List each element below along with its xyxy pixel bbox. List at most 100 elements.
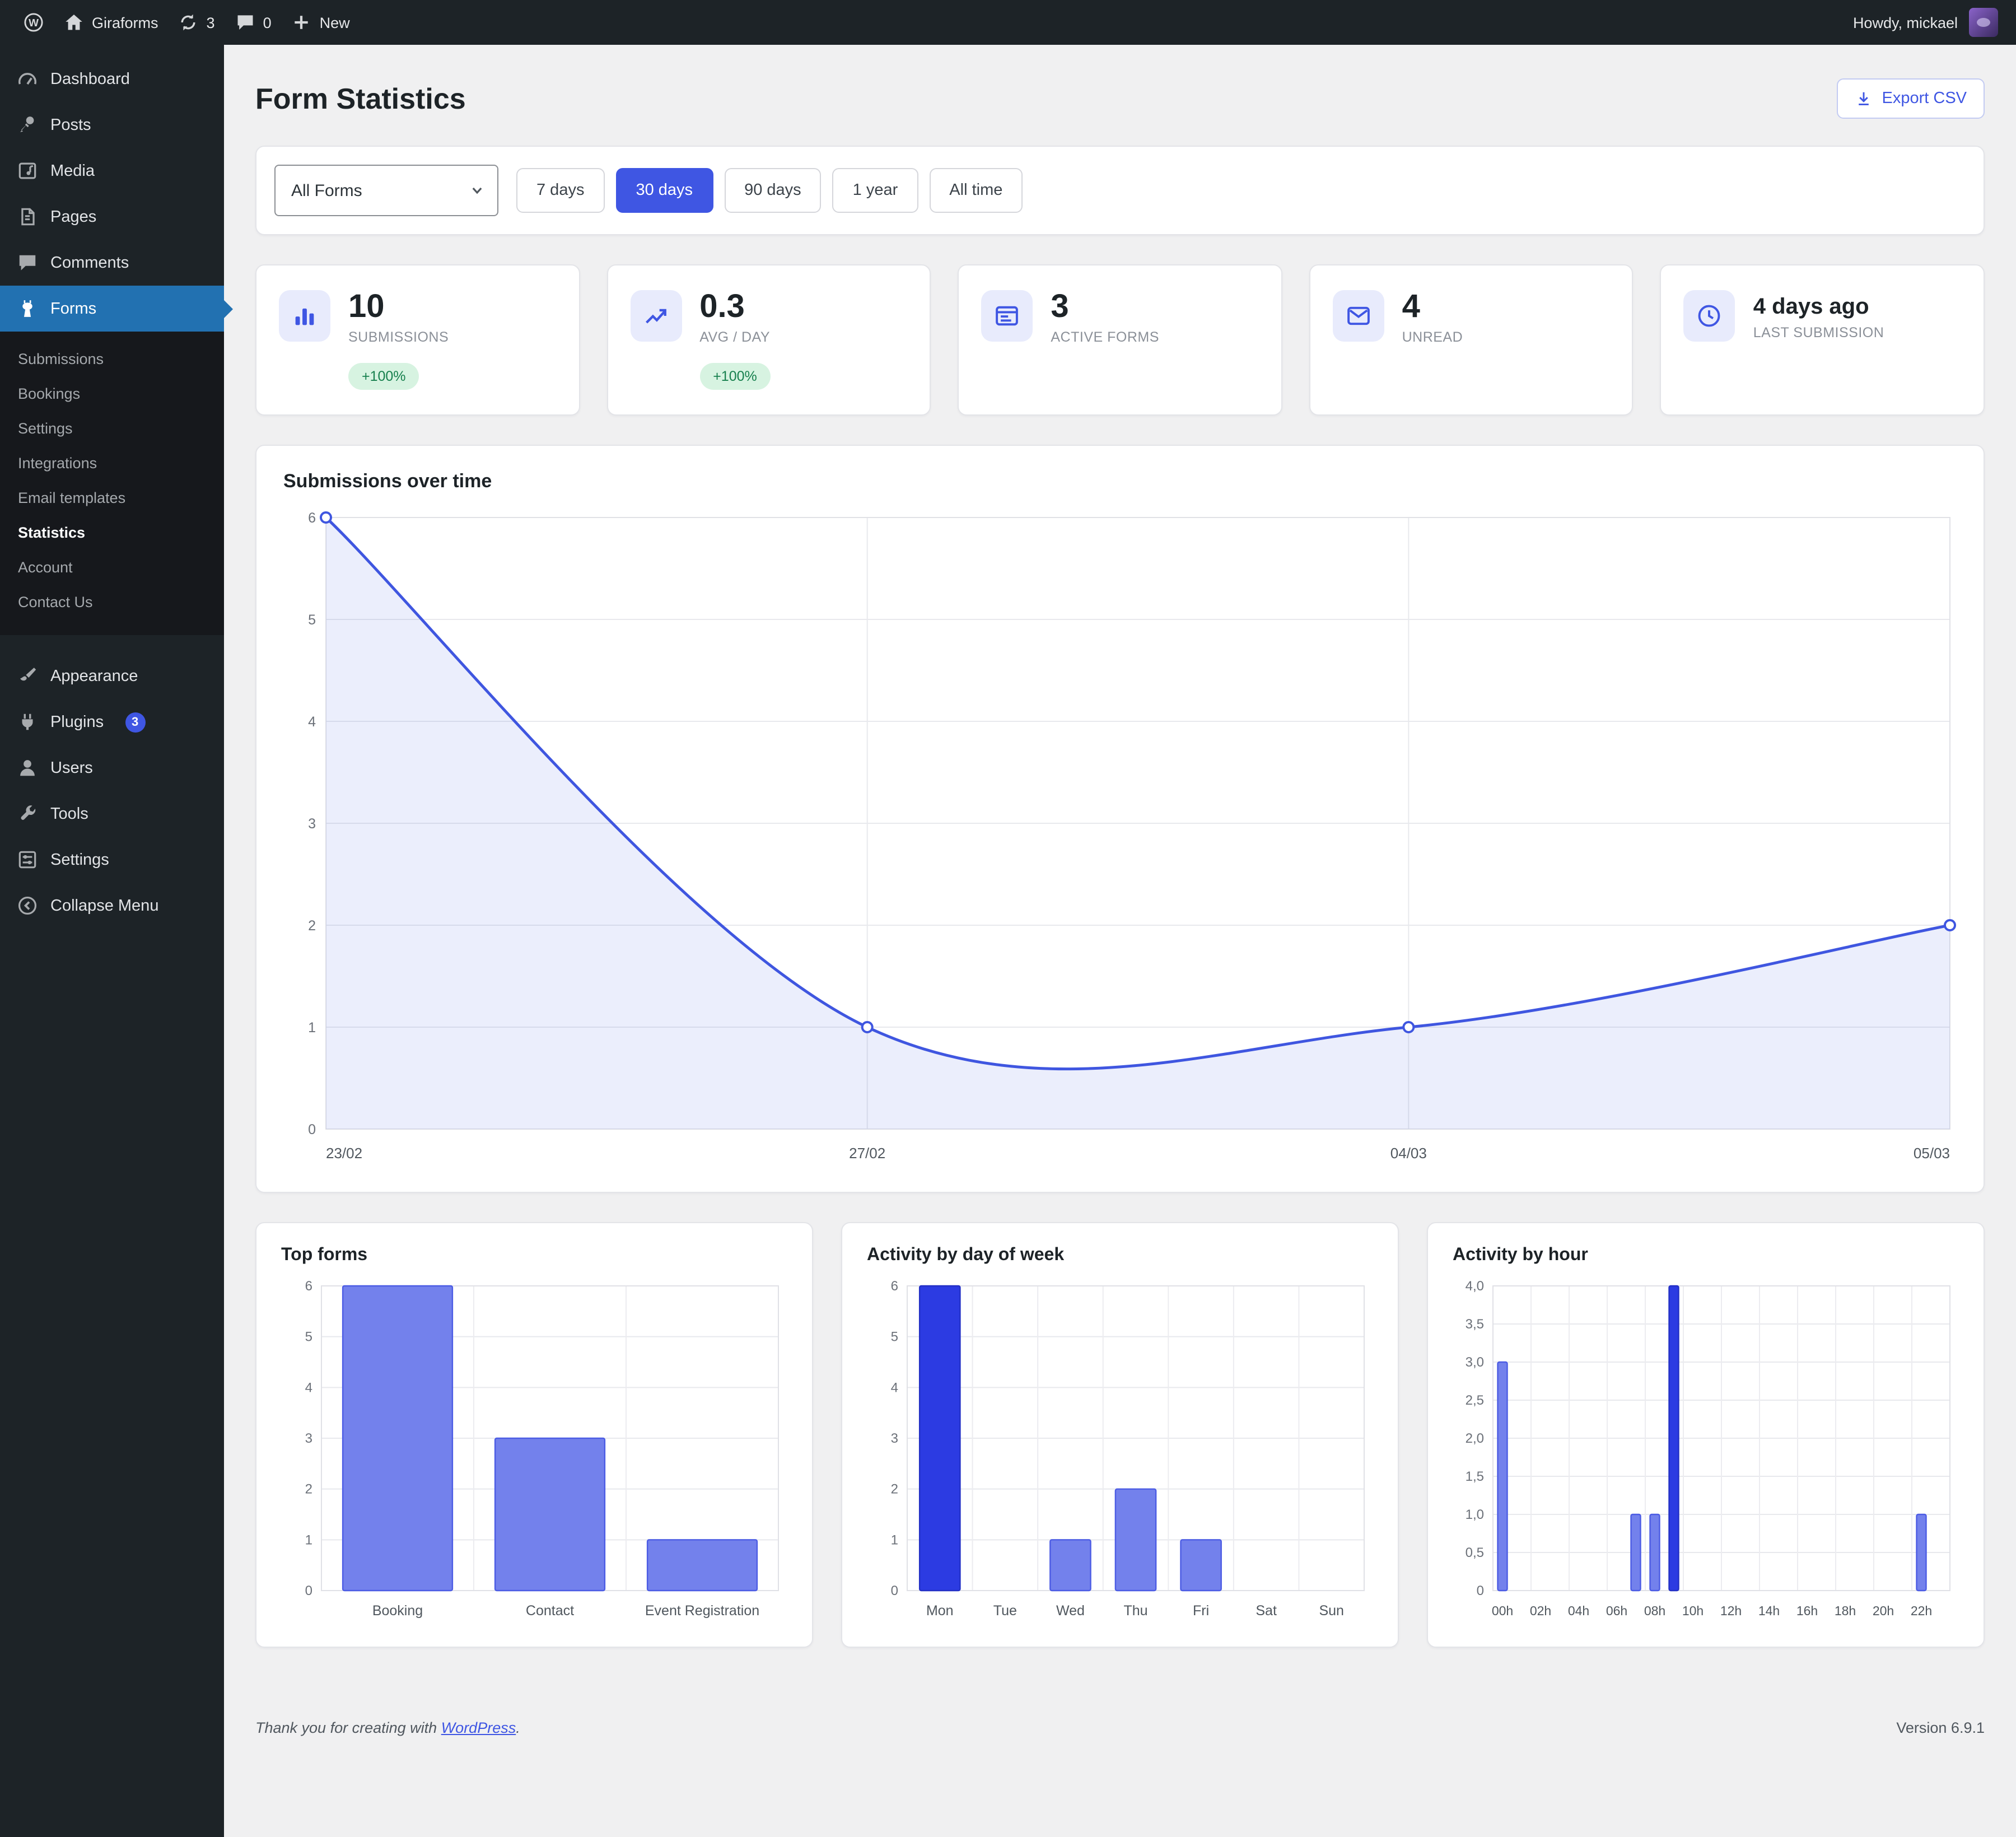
form-filter-select[interactable]: All Forms xyxy=(274,165,498,216)
sidebar-item-users[interactable]: Users xyxy=(0,745,224,791)
svg-text:Tue: Tue xyxy=(993,1603,1017,1619)
submenu-item-settings[interactable]: Settings xyxy=(0,411,224,446)
user-avatar[interactable] xyxy=(1969,8,1998,37)
trend-icon xyxy=(630,290,682,342)
submenu-item-submissions[interactable]: Submissions xyxy=(0,342,224,376)
settings-icon xyxy=(17,849,38,870)
sidebar-item-label: Collapse Menu xyxy=(50,897,158,915)
activity-by-hour-card: Activity by hour 00,51,01,52,02,53,03,54… xyxy=(1427,1223,1985,1648)
footer-thanks-period: . xyxy=(516,1720,520,1737)
plugins-update-badge: 3 xyxy=(125,712,145,732)
svg-text:5: 5 xyxy=(891,1330,898,1345)
svg-text:5: 5 xyxy=(305,1330,312,1345)
export-csv-label: Export CSV xyxy=(1882,90,1967,108)
svg-text:6: 6 xyxy=(891,1279,898,1294)
wordpress-link[interactable]: WordPress xyxy=(441,1720,516,1737)
svg-text:2: 2 xyxy=(891,1482,898,1498)
plugins-icon xyxy=(17,711,38,733)
svg-text:Booking: Booking xyxy=(372,1603,423,1619)
export-csv-button[interactable]: Export CSV xyxy=(1837,78,1985,119)
howdy-text[interactable]: Howdy, mickael xyxy=(1853,14,1958,31)
wordpress-menu[interactable]: W xyxy=(13,0,54,45)
svg-text:10h: 10h xyxy=(1682,1604,1704,1619)
stat-value: 3 xyxy=(1051,290,1258,324)
svg-text:3,5: 3,5 xyxy=(1466,1317,1484,1332)
svg-text:5: 5 xyxy=(308,613,316,628)
sidebar-item-label: Users xyxy=(50,759,93,777)
stat-card-unread: 4 UNREAD xyxy=(1309,264,1634,416)
new-content-menu[interactable]: New xyxy=(282,0,360,45)
sidebar-item-label: Posts xyxy=(50,116,91,134)
account-area: Howdy, mickael xyxy=(1853,8,2003,37)
range-button-7-days[interactable]: 7 days xyxy=(516,168,604,213)
stat-value: 4 xyxy=(1402,290,1610,324)
comments-indicator[interactable]: 0 xyxy=(225,0,282,45)
menu-separator xyxy=(0,635,224,653)
bottom-charts-row: Top forms 0123456BookingContactEvent Reg… xyxy=(255,1223,1985,1648)
submenu-item-integrations[interactable]: Integrations xyxy=(0,446,224,481)
site-menu[interactable]: Giraforms xyxy=(54,0,169,45)
svg-text:1,0: 1,0 xyxy=(1466,1508,1484,1523)
stat-label: LAST SUBMISSION xyxy=(1753,325,1961,341)
sidebar-item-label: Settings xyxy=(50,851,109,869)
sidebar-item-tools[interactable]: Tools xyxy=(0,791,224,837)
main-content: Form Statistics Export CSV All Forms 7 d… xyxy=(224,45,2016,1837)
sidebar-item-pages[interactable]: Pages xyxy=(0,194,224,240)
submenu-item-contact-us[interactable]: Contact Us xyxy=(0,585,224,619)
admin-sidebar: Dashboard Posts Media Pages Comments xyxy=(0,45,224,1837)
svg-text:0: 0 xyxy=(308,1122,316,1138)
sidebar-item-settings[interactable]: Settings xyxy=(0,837,224,883)
sidebar-item-label: Dashboard xyxy=(50,70,130,88)
forms-icon xyxy=(17,298,38,319)
svg-text:05/03: 05/03 xyxy=(1914,1145,1950,1162)
filter-bar: All Forms 7 days 30 days 90 days 1 year … xyxy=(255,146,1985,235)
svg-text:00h: 00h xyxy=(1492,1604,1513,1619)
stat-card-active-forms: 3 ACTIVE FORMS xyxy=(958,264,1282,416)
sidebar-item-label: Forms xyxy=(50,300,96,318)
svg-text:Fri: Fri xyxy=(1193,1603,1209,1619)
svg-text:20h: 20h xyxy=(1873,1604,1894,1619)
stat-card-submissions: 10 SUBMISSIONS +100% xyxy=(255,264,580,416)
svg-text:2: 2 xyxy=(308,918,316,934)
date-range-group: 7 days 30 days 90 days 1 year All time xyxy=(516,168,1023,213)
svg-text:02h: 02h xyxy=(1530,1604,1551,1619)
range-button-all-time[interactable]: All time xyxy=(929,168,1023,213)
sidebar-item-label: Appearance xyxy=(50,667,138,685)
footer-thanks: Thank you for creating with WordPress. xyxy=(255,1720,520,1737)
chart-title: Activity by hour xyxy=(1453,1246,1959,1266)
forms-submenu: Submissions Bookings Settings Integratio… xyxy=(0,332,224,635)
stat-value: 10 xyxy=(348,290,556,324)
activity-by-day-card: Activity by day of week 0123456MonTueWed… xyxy=(841,1223,1399,1648)
svg-text:1: 1 xyxy=(305,1533,312,1548)
home-icon xyxy=(64,12,84,32)
stat-label: AVG / DAY xyxy=(699,330,907,346)
sidebar-item-collapse-menu[interactable]: Collapse Menu xyxy=(0,883,224,929)
submissions-over-time-chart: 012345623/0227/0204/0305/03 xyxy=(283,505,1957,1168)
page: W Giraforms 3 0 New Howdy, mickael xyxy=(0,0,2016,1837)
svg-text:3: 3 xyxy=(891,1432,898,1447)
submenu-item-account[interactable]: Account xyxy=(0,550,224,585)
submenu-item-statistics[interactable]: Statistics xyxy=(0,515,224,550)
sidebar-item-forms[interactable]: Forms xyxy=(0,286,224,332)
sidebar-item-posts[interactable]: Posts xyxy=(0,102,224,148)
sidebar-item-plugins[interactable]: Plugins 3 xyxy=(0,699,224,745)
svg-text:Event Registration: Event Registration xyxy=(645,1603,759,1619)
range-button-30-days[interactable]: 30 days xyxy=(615,168,713,213)
page-title: Form Statistics xyxy=(255,81,466,116)
collapse-icon xyxy=(17,895,38,916)
svg-text:Sat: Sat xyxy=(1256,1603,1277,1619)
sidebar-item-appearance[interactable]: Appearance xyxy=(0,653,224,699)
page-header: Form Statistics Export CSV xyxy=(255,78,1985,119)
dashboard-icon xyxy=(17,68,38,90)
chart-title: Activity by day of week xyxy=(867,1246,1373,1266)
submenu-item-bookings[interactable]: Bookings xyxy=(0,376,224,411)
updates-indicator[interactable]: 3 xyxy=(169,0,225,45)
sidebar-item-comments[interactable]: Comments xyxy=(0,240,224,286)
stat-delta-badge: +100% xyxy=(348,363,419,390)
range-button-90-days[interactable]: 90 days xyxy=(724,168,822,213)
sidebar-item-media[interactable]: Media xyxy=(0,148,224,194)
submenu-item-email-templates[interactable]: Email templates xyxy=(0,481,224,515)
stat-delta-badge: +100% xyxy=(699,363,771,390)
range-button-1-year[interactable]: 1 year xyxy=(833,168,918,213)
sidebar-item-dashboard[interactable]: Dashboard xyxy=(0,56,224,102)
